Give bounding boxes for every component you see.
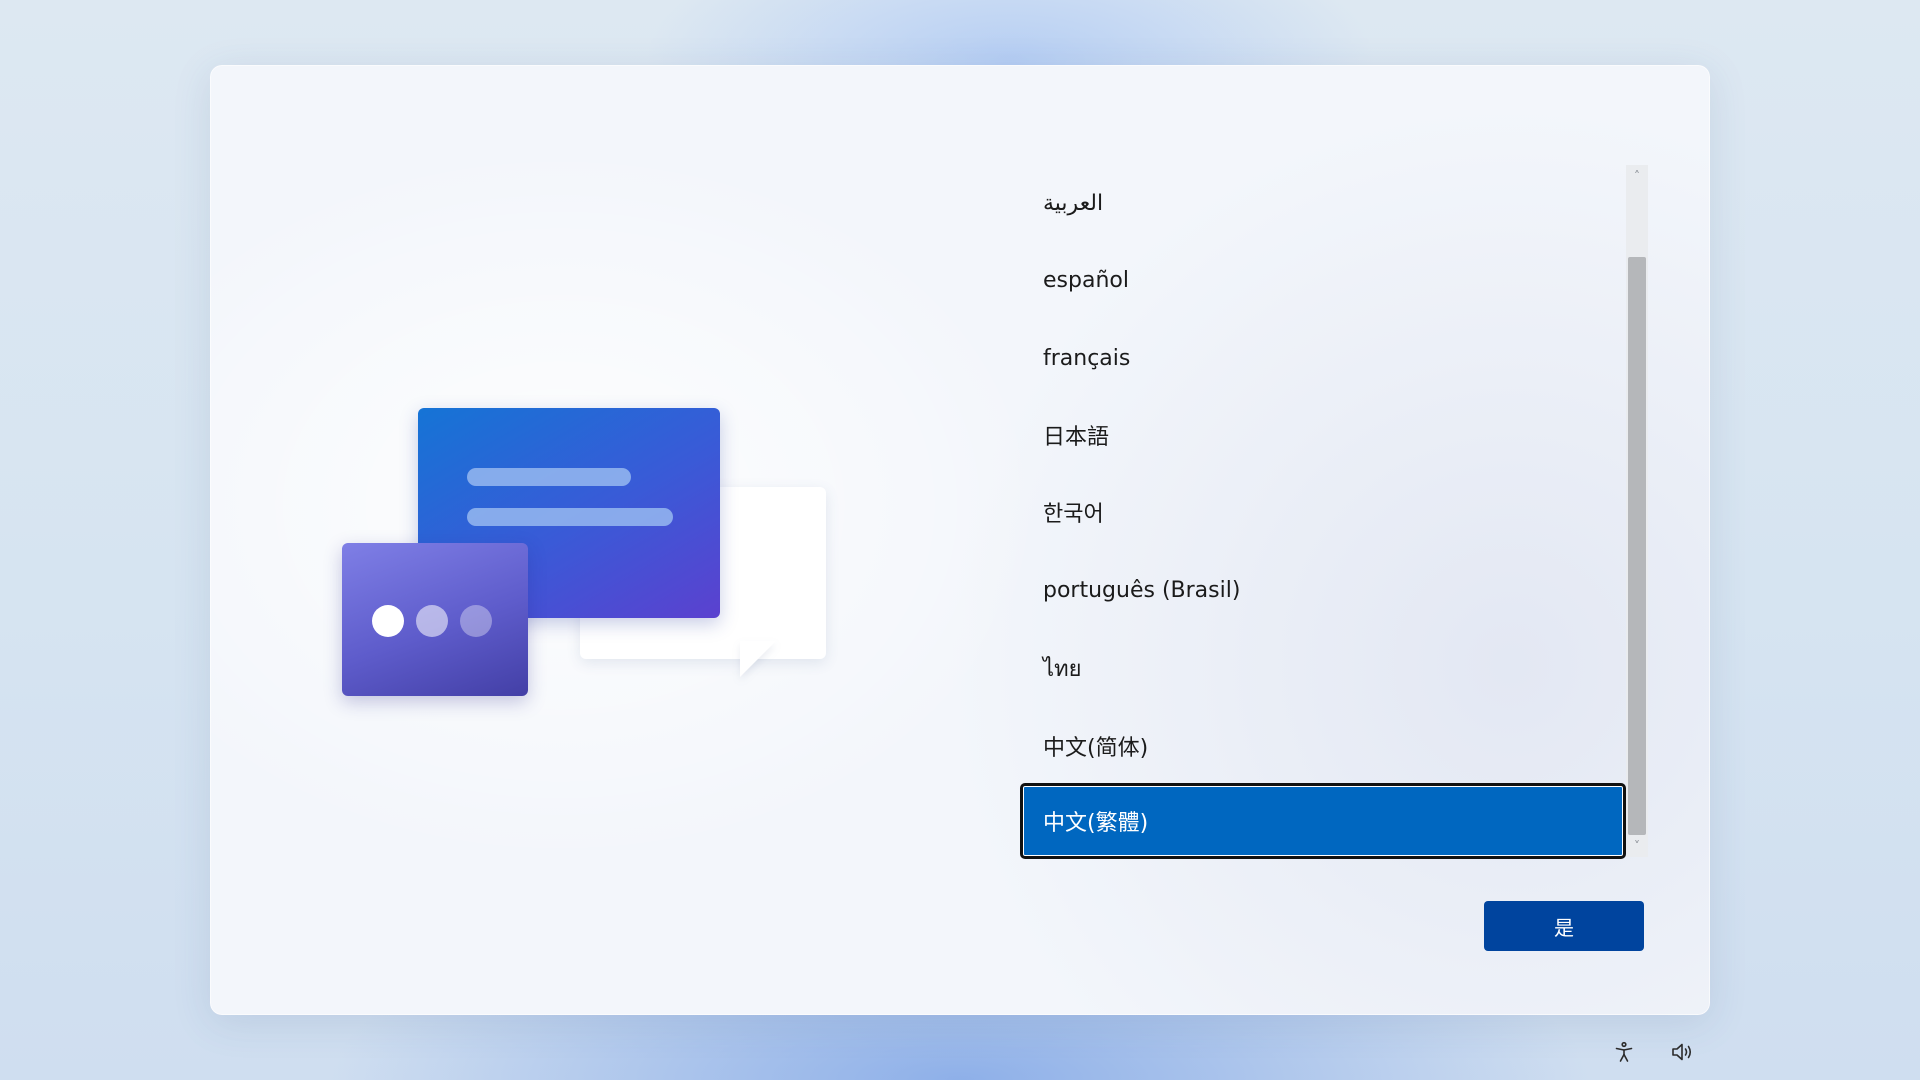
- speech-bubble-tail: [740, 641, 776, 677]
- chat-illustration: [340, 405, 830, 705]
- typing-dot: [460, 605, 492, 637]
- language-item[interactable]: 中文(简体): [1020, 708, 1626, 784]
- language-item[interactable]: español: [1020, 242, 1626, 318]
- message-line: [467, 468, 631, 486]
- language-item[interactable]: 한국어: [1020, 474, 1626, 550]
- typing-dot: [416, 605, 448, 637]
- message-line: [467, 508, 673, 526]
- language-item[interactable]: français: [1020, 320, 1626, 396]
- typing-card: [342, 543, 528, 696]
- volume-icon[interactable]: [1667, 1036, 1699, 1068]
- language-list-scrollbar[interactable]: ˄ ˅: [1626, 165, 1648, 857]
- language-item[interactable]: português (Brasil): [1020, 552, 1626, 628]
- typing-dot: [372, 605, 404, 637]
- scroll-down-icon[interactable]: ˅: [1626, 835, 1648, 857]
- language-item[interactable]: 日本語: [1020, 397, 1626, 473]
- accessibility-icon[interactable]: [1608, 1036, 1640, 1068]
- language-list[interactable]: العربية español français 日本語 한국어 português (B…: [1020, 165, 1626, 859]
- language-item[interactable]: العربية: [1020, 165, 1626, 241]
- scroll-up-icon[interactable]: ˄: [1626, 165, 1648, 187]
- scroll-thumb[interactable]: [1628, 257, 1646, 835]
- language-item-selected[interactable]: 中文(繁體): [1020, 783, 1626, 859]
- language-item[interactable]: ไทย: [1020, 630, 1626, 706]
- yes-button[interactable]: 是: [1484, 901, 1644, 951]
